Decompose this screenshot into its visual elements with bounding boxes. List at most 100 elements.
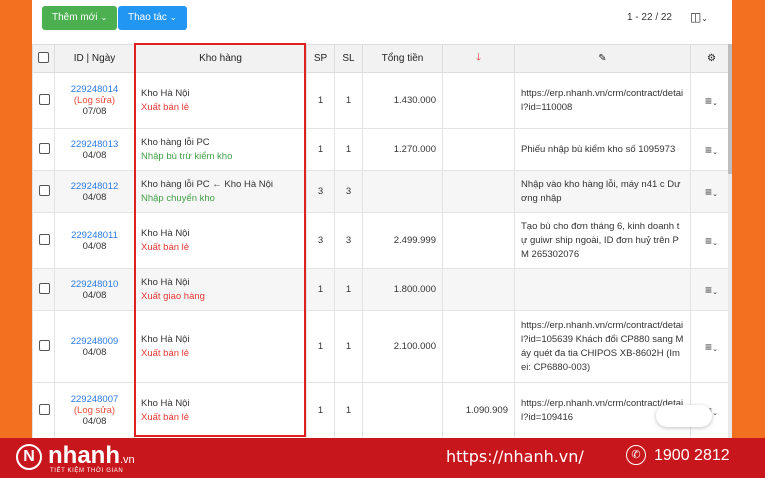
order-id-link[interactable]: 229248007 — [61, 394, 128, 405]
header-sort[interactable]: 🡓 — [442, 44, 515, 73]
note-cell: Phiếu nhập bù kiểm kho số 1095973 — [514, 128, 691, 171]
warehouse-name: Kho Hà Nội — [141, 227, 190, 239]
sl-cell: 1 — [334, 382, 363, 438]
main-panel: Thêm mới ⌄ Thao tác ⌄ 1 - 22 / 22 ◫⌄ ID | … — [32, 0, 732, 438]
menu-icon: ≡⌄ — [705, 93, 718, 108]
table-row: 229248013 04/08 Kho hàng lỗi PC Nhập bù tr… — [32, 128, 732, 171]
header-settings[interactable]: ⚙ — [690, 44, 732, 73]
note-cell: Nhập vào kho hàng lỗi, máy n41 c Dương n… — [514, 170, 691, 213]
row-checkbox[interactable] — [39, 282, 50, 294]
inventory-table: ID | Ngày Kho hàng SP SL Tổng tiền 🡓 ✎ ⚙… — [32, 44, 732, 438]
row-select-cell — [32, 72, 55, 129]
transaction-type: Xuất giao hàng — [141, 290, 205, 302]
extra-amount-cell — [442, 72, 515, 129]
row-checkbox[interactable] — [39, 403, 50, 415]
add-new-button[interactable]: Thêm mới ⌄ — [42, 6, 118, 30]
row-select-cell — [32, 170, 55, 213]
row-checkbox[interactable] — [39, 142, 50, 154]
note-icon: ✎ — [598, 53, 607, 64]
order-id-link[interactable]: 229248013 — [61, 139, 128, 150]
total-cell: 2.100.000 — [362, 310, 443, 383]
order-date: 04/08 — [82, 416, 107, 427]
select-all-cell — [32, 44, 55, 73]
header-warehouse[interactable]: Kho hàng — [134, 44, 307, 73]
transaction-type: Xuất bán lẻ — [141, 411, 190, 423]
scrollbar-thumb[interactable] — [728, 44, 732, 174]
header-sl[interactable]: SL — [334, 44, 363, 73]
extra-amount-cell — [442, 268, 515, 311]
row-menu-button[interactable]: ≡⌄ — [690, 310, 732, 383]
row-select-cell — [32, 212, 55, 269]
extra-amount-cell — [442, 170, 515, 213]
warehouse-name: Kho hàng lỗi PC — [141, 136, 210, 148]
sp-cell: 1 — [306, 72, 335, 129]
id-date-cell: 229248009 04/08 — [54, 310, 135, 383]
transaction-type: Nhập bù trừ kiểm kho — [141, 150, 233, 162]
header-total[interactable]: Tổng tiền — [362, 44, 443, 73]
table-row: 229248012 04/08 Kho hàng lỗi PC ← Kho Hà … — [32, 170, 732, 213]
row-menu-button[interactable]: ≡⌄ — [690, 170, 732, 213]
sp-cell: 1 — [306, 382, 335, 438]
row-checkbox[interactable] — [39, 184, 50, 196]
sl-cell: 3 — [334, 170, 363, 213]
order-id-link[interactable]: 229248011 — [61, 230, 128, 241]
sort-down-arrow-icon: 🡓 — [475, 52, 482, 63]
select-all-checkbox[interactable] — [38, 51, 49, 63]
actions-button[interactable]: Thao tác ⌄ — [118, 6, 187, 30]
extra-amount-cell — [442, 212, 515, 269]
floating-toggle[interactable] — [656, 405, 712, 427]
warehouse-name: Kho Hà Nội — [141, 397, 190, 409]
sl-cell: 1 — [334, 268, 363, 311]
logo-tagline: TIẾT KIỆM THỜI GIAN — [50, 468, 124, 474]
header-id-date[interactable]: ID | Ngày — [54, 44, 135, 73]
row-checkbox[interactable] — [39, 233, 50, 245]
order-date: 04/08 — [82, 346, 107, 358]
row-checkbox[interactable] — [39, 93, 50, 105]
total-cell: 1.800.000 — [362, 268, 443, 311]
row-menu-button[interactable]: ≡⌄ — [690, 212, 732, 269]
extra-amount-cell — [442, 128, 515, 171]
table-header-row: ID | Ngày Kho hàng SP SL Tổng tiền 🡓 ✎ ⚙ — [32, 44, 732, 73]
order-id-link[interactable]: 229248012 — [61, 181, 128, 192]
note-cell: https://erp.nhanh.vn/crm/contract/detail… — [514, 310, 691, 383]
order-date: 04/08 — [82, 149, 107, 161]
chevron-down-icon: ⌄ — [701, 14, 708, 23]
order-id-link[interactable]: 229248014 — [61, 84, 128, 95]
menu-icon: ≡⌄ — [705, 339, 718, 354]
row-menu-button[interactable]: ≡⌄ — [690, 128, 732, 171]
total-cell — [362, 170, 443, 213]
transaction-type: Nhập chuyển kho — [141, 192, 215, 204]
header-sp[interactable]: SP — [306, 44, 335, 73]
order-id-link[interactable]: 229248009 — [61, 336, 128, 347]
column-toggle-button[interactable]: ◫⌄ — [690, 10, 708, 24]
chevron-down-icon: ⌄ — [100, 13, 108, 22]
row-menu-button[interactable]: ≡⌄ — [690, 72, 732, 129]
total-cell: 2.499.999 — [362, 212, 443, 269]
hotline-number[interactable]: 1900 2812 — [654, 447, 730, 465]
note-cell — [514, 268, 691, 311]
menu-icon: ≡⌄ — [705, 233, 718, 248]
actions-label: Thao tác — [128, 12, 167, 23]
table-row: 229248009 04/08 Kho Hà Nội Xuất bán lẻ 1 1… — [32, 310, 732, 383]
row-select-cell — [32, 128, 55, 171]
warehouse-name: Kho Hà Nội — [141, 333, 190, 345]
table-row: 229248007 (Log sửa) 04/08 Kho Hà Nội Xuất b… — [32, 382, 732, 438]
sp-cell: 3 — [306, 212, 335, 269]
add-new-label: Thêm mới — [52, 12, 98, 23]
row-menu-button[interactable]: ≡⌄ — [690, 268, 732, 311]
warehouse-cell: Kho Hà Nội Xuất bán lẻ — [134, 310, 307, 383]
edit-log-link[interactable]: (Log sửa) — [61, 405, 128, 416]
id-date-cell: 229248012 04/08 — [54, 170, 135, 213]
footer-banner: N nhanh.vn TIẾT KIỆM THỜI GIAN https://n… — [0, 438, 765, 478]
chevron-down-icon: ⌄ — [169, 13, 177, 22]
row-checkbox[interactable] — [39, 339, 50, 351]
extra-amount-cell: 1.090.909 — [442, 382, 515, 438]
logo-wordmark: nhanh.vn — [48, 442, 135, 470]
order-id-link[interactable]: 229248010 — [61, 279, 128, 290]
sl-cell: 1 — [334, 72, 363, 129]
vertical-scrollbar[interactable] — [728, 44, 732, 438]
website-url[interactable]: https://nhanh.vn/ — [446, 447, 584, 466]
warehouse-cell: Kho hàng lỗi PC Nhập bù trừ kiểm kho — [134, 128, 307, 171]
edit-log-link[interactable]: (Log sửa) — [61, 95, 128, 106]
menu-icon: ≡⌄ — [705, 282, 718, 297]
